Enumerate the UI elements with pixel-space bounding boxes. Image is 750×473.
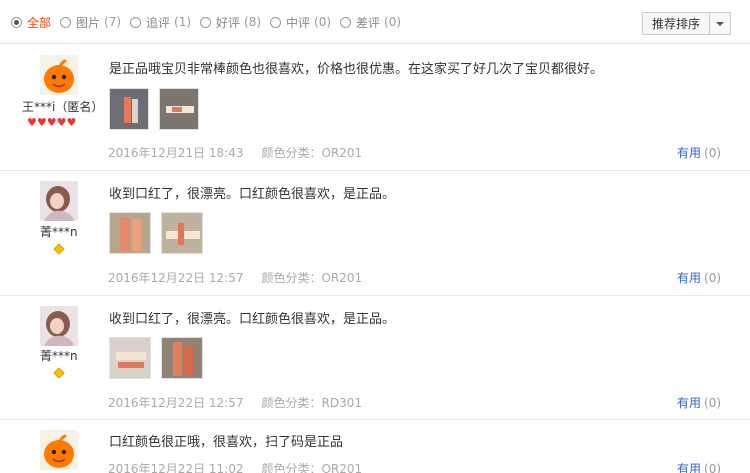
review-date: 2016年12月21日 18:43 [108,146,244,160]
review-date: 2016年12月22日 11:02 [108,462,244,473]
useful-button[interactable]: 有用 (0) [677,460,721,473]
review-photo-thumb[interactable] [159,88,199,130]
radio-icon[interactable] [270,16,281,28]
review-sku: 颜色分类：OR201 [261,146,363,160]
review-sku: 颜色分类：RD301 [261,396,362,410]
avatar[interactable] [40,181,78,221]
rank-hearts: ♥ ♥ ♥ ♥ ♥ [27,117,76,129]
review-photos [109,88,209,130]
useful-label[interactable]: 有用 [677,462,701,473]
filter-positive-count: (8) [244,15,262,29]
review-item: 口红颜色很正哦，很喜欢，扫了码是正品 2016年12月22日 11:02 颜色分类… [0,421,750,473]
review-item: 菁***n 收到口红了，很漂亮。口红颜色很喜欢，是正品。 2016年12月22日… [0,172,750,296]
girl-photo-avatar [40,306,78,346]
useful-label[interactable]: 有用 [677,146,701,160]
review-item: 菁***n 收到口红了，很漂亮。口红颜色很喜欢，是正品。 2016年12月22日… [0,297,750,420]
filter-negative[interactable]: 差评 (0) [340,14,401,30]
filter-followup[interactable]: 追评 (1) [130,14,191,30]
username: 菁***n [40,349,78,363]
heart-icon: ♥ [46,116,57,129]
review-photo-thumb[interactable] [161,337,203,379]
filter-negative-label: 差评 [356,15,381,30]
useful-count: (0) [704,396,722,410]
review-meta: 2016年12月22日 12:57 颜色分类：OR201 [108,269,362,286]
sort-label[interactable]: 推荐排序 [643,13,710,34]
useful-count: (0) [704,146,722,160]
filter-all-label: 全部 [27,15,52,30]
review-photo-thumb[interactable] [109,212,151,254]
filter-neutral-label: 中评 [286,15,311,30]
filter-pictures-label: 图片 [76,15,101,30]
heart-icon: ♥ [36,116,47,129]
sort-caret[interactable] [710,13,730,34]
avatar[interactable] [40,430,78,470]
review-photo-thumb[interactable] [109,88,149,130]
filter-positive[interactable]: 好评 (8) [200,14,261,30]
review-meta: 2016年12月22日 11:02 颜色分类：OR201 [108,460,362,473]
filter-neutral-count: (0) [314,15,332,29]
orange-mascot-avatar [40,430,78,470]
review-sku: 颜色分类：OR201 [261,271,363,285]
filter-all[interactable]: 全部 [11,14,51,30]
username: 菁***n [40,225,78,239]
diamond-icon [53,243,65,255]
review-date: 2016年12月22日 12:57 [108,271,244,285]
filter-followup-label: 追评 [146,15,171,30]
useful-button[interactable]: 有用 (0) [677,269,721,286]
filter-pictures[interactable]: 图片 (7) [60,14,121,30]
orange-mascot-avatar [40,55,78,95]
review-sku: 颜色分类：OR201 [261,462,363,473]
filter-positive-label: 好评 [216,15,241,30]
radio-icon-checked[interactable] [11,16,22,28]
useful-button[interactable]: 有用 (0) [677,394,721,411]
useful-label[interactable]: 有用 [677,271,701,285]
review-content: 是正品哦宝贝非常棒颜色也很喜欢，价格也很优惠。在这家买了好几次了宝贝都很好。 [109,62,604,77]
review-content: 口红颜色很正哦，很喜欢，扫了码是正品 [109,435,344,450]
radio-icon[interactable] [130,16,141,28]
useful-button[interactable]: 有用 (0) [677,144,721,161]
useful-count: (0) [704,462,722,473]
radio-icon[interactable] [200,16,211,28]
filter-negative-count: (0) [384,15,402,29]
review-meta: 2016年12月21日 18:43 颜色分类：OR201 [108,144,362,161]
review-filter-bar: 全部 图片 (7) 追评 (1) 好评 (8) 中评 (0) 差评 (0) 推荐… [0,0,750,44]
diamond-icon [53,367,65,379]
review-photos [109,337,213,379]
filter-neutral[interactable]: 中评 (0) [270,14,331,30]
review-content: 收到口红了，很漂亮。口红颜色很喜欢，是正品。 [109,187,396,202]
radio-icon[interactable] [340,16,351,28]
filter-followup-count: (1) [174,15,192,29]
radio-icon[interactable] [60,16,71,28]
girl-photo-avatar [40,181,78,221]
heart-icon: ♥ [56,116,67,129]
review-date: 2016年12月22日 12:57 [108,396,244,410]
review-photo-thumb[interactable] [109,337,151,379]
useful-label[interactable]: 有用 [677,396,701,410]
review-meta: 2016年12月22日 12:57 颜色分类：RD301 [108,394,362,411]
useful-count: (0) [704,271,722,285]
chevron-down-icon [716,21,724,26]
heart-icon: ♥ [66,116,77,129]
review-photo-thumb[interactable] [161,212,203,254]
avatar[interactable] [40,55,78,95]
avatar[interactable] [40,306,78,346]
heart-icon: ♥ [27,116,37,129]
review-content: 收到口红了，很漂亮。口红颜色很喜欢，是正品。 [109,312,396,327]
rank-diamond [53,243,65,255]
review-item: 王***i（匿名） ♥ ♥ ♥ ♥ ♥ 是正品哦宝贝非常棒颜色也很喜欢，价格也很… [0,45,750,171]
filter-pictures-count: (7) [104,15,122,29]
rank-diamond [53,367,65,379]
username: 王***i（匿名） [22,100,104,114]
review-photos [109,212,213,254]
sort-dropdown[interactable]: 推荐排序 [642,12,731,35]
